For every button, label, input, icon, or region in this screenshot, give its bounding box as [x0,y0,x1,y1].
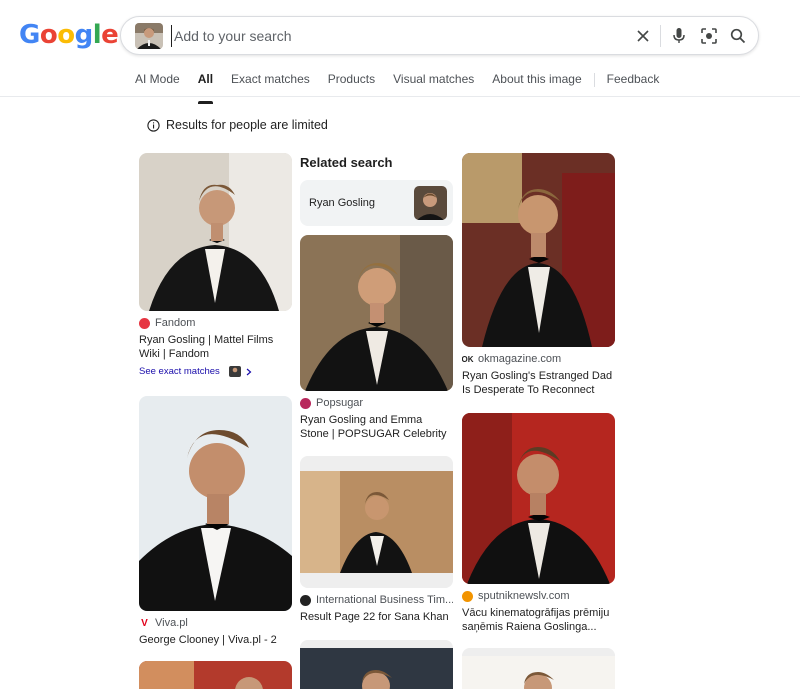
result-card-sputnik[interactable]: sputniknewslv.com Vācu kinematogrāfijas … [462,413,615,634]
notice-text: Results for people are limited [166,118,328,132]
result-source[interactable]: Popsugar [300,397,453,409]
tab-visual-matches[interactable]: Visual matches [393,72,474,96]
popsugar-favicon-icon [300,397,311,409]
people-results-notice: Results for people are limited [147,118,328,132]
tabs-divider [0,96,800,97]
tab-products[interactable]: Products [328,72,375,96]
result-card-partial[interactable] [462,648,615,689]
result-image[interactable] [139,153,292,311]
results-column-2: Related search Ryan Gosling Popsugar Rya… [300,153,453,689]
result-source[interactable]: OK okmagazine.com [462,353,615,365]
result-image[interactable] [300,235,453,391]
result-card-viva[interactable]: V Viva.pl George Clooney | Viva.pl - 2 [139,396,292,647]
tab-separator [593,73,595,87]
result-card-partial[interactable] [300,640,453,689]
result-card-okmagazine[interactable]: OK okmagazine.com Ryan Gosling's Estrang… [462,153,615,397]
ibt-favicon-icon [300,594,311,606]
exact-match-thumbnail [228,366,241,377]
result-card-fandom[interactable]: Fandom Ryan Gosling | Mattel Films Wiki … [139,153,292,377]
fandom-favicon-icon [139,317,150,329]
search-icon[interactable] [728,26,748,46]
info-icon[interactable] [147,118,160,132]
query-image-thumbnail[interactable] [135,23,163,49]
result-image[interactable] [300,456,453,588]
related-search-heading: Related search [300,155,393,170]
see-exact-matches-link[interactable]: See exact matches [139,366,292,377]
sputnik-favicon-icon [462,590,473,602]
results-column-1: Fandom Ryan Gosling | Mattel Films Wiki … [139,153,292,689]
result-title[interactable]: George Clooney | Viva.pl - 2 [139,633,292,647]
related-search-chip[interactable]: Ryan Gosling [300,180,453,226]
chevron-right-icon [246,368,252,375]
search-divider [660,25,661,47]
tab-exact-matches[interactable]: Exact matches [231,72,310,96]
result-image[interactable] [139,661,292,689]
search-input[interactable] [171,25,611,47]
camera-lens-icon[interactable] [699,26,719,46]
clear-icon[interactable] [633,26,653,46]
tab-ai-mode[interactable]: AI Mode [135,72,180,96]
search-tabs: AI Mode All Exact matches Products Visua… [135,72,677,104]
result-source[interactable]: International Business Tim... [300,594,453,606]
result-image[interactable] [462,413,615,584]
result-source[interactable]: V Viva.pl [139,617,292,629]
tab-about-this-image[interactable]: About this image [492,72,581,96]
tab-all[interactable]: All [197,72,214,104]
result-image[interactable] [462,648,615,689]
result-image[interactable] [139,396,292,611]
okmagazine-favicon-icon: OK [462,353,474,365]
result-title[interactable]: Ryan Gosling | Mattel Films Wiki | Fando… [139,333,292,361]
result-card-ibt[interactable]: International Business Tim... Result Pag… [300,456,453,624]
result-source[interactable]: Fandom [139,317,292,329]
viva-favicon-icon: V [139,617,150,629]
related-search-thumbnail [414,186,447,220]
results-column-3: OK okmagazine.com Ryan Gosling's Estrang… [462,153,615,689]
feedback-link[interactable]: Feedback [607,72,660,96]
result-title[interactable]: Vācu kinematogrāfijas prēmiju saņēmis Ra… [462,606,615,634]
result-image[interactable] [300,640,453,689]
search-box [120,16,759,55]
google-logo[interactable]: Google [19,20,119,50]
result-title[interactable]: Ryan Gosling's Estranged Dad Is Desperat… [462,369,615,397]
microphone-icon[interactable] [669,26,689,46]
result-image[interactable] [462,153,615,347]
result-source[interactable]: sputniknewslv.com [462,590,615,602]
result-card-partial[interactable] [139,661,292,689]
result-title[interactable]: Result Page 22 for Sana Khan [300,610,453,624]
result-card-popsugar[interactable]: Popsugar Ryan Gosling and Emma Stone | P… [300,235,453,441]
result-title[interactable]: Ryan Gosling and Emma Stone | POPSUGAR C… [300,413,453,441]
